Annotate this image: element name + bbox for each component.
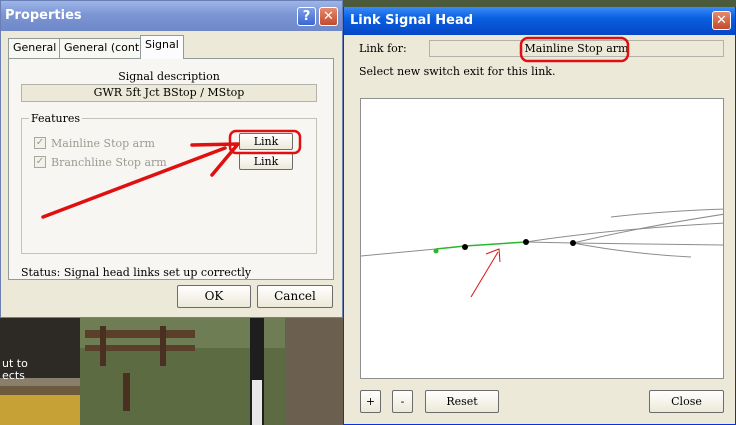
- close-icon: ✕: [323, 9, 334, 24]
- track-segment-selected[interactable]: [464, 241, 527, 247]
- zoom-out-button[interactable]: -: [392, 390, 413, 413]
- mainline-link-button[interactable]: Link: [239, 133, 293, 150]
- branchline-link-button[interactable]: Link: [239, 153, 293, 170]
- ok-button[interactable]: OK: [177, 285, 251, 308]
- branchline-stop-arm-checkbox[interactable]: ✓: [34, 156, 46, 168]
- tab-signal[interactable]: Signal: [140, 35, 184, 59]
- link-dialog-title: Link Signal Head: [350, 13, 474, 28]
- background-text: ut to ects: [2, 357, 28, 382]
- track-node[interactable]: [570, 240, 576, 246]
- signal-description-label: Signal description: [118, 70, 220, 83]
- track-diagram[interactable]: [361, 99, 724, 379]
- mainline-stop-arm-checkbox[interactable]: ✓: [34, 137, 46, 149]
- features-label: Features: [29, 112, 83, 125]
- zoom-in-button[interactable]: +: [360, 390, 381, 413]
- properties-close-button[interactable]: ✕: [319, 7, 338, 26]
- link-for-label: Link for:: [359, 42, 407, 55]
- track-segment[interactable]: [361, 248, 437, 257]
- track-node[interactable]: [523, 239, 529, 245]
- instruction-text: Select new switch exit for this link.: [359, 65, 556, 78]
- link-for-field: Mainline Stop arm: [429, 40, 724, 57]
- properties-window: Properties ? ✕ General General (cont.) S…: [0, 0, 343, 318]
- track-segment[interactable]: [525, 222, 724, 243]
- branchline-stop-arm-label: Branchline Stop arm: [51, 156, 167, 169]
- signal-marker[interactable]: [433, 248, 439, 254]
- question-icon: ?: [302, 9, 311, 24]
- help-button[interactable]: ?: [297, 7, 316, 26]
- track-segment[interactable]: [525, 241, 724, 246]
- properties-title: Properties: [5, 8, 82, 23]
- signal-description-field: GWR 5ft Jct BStop / MStop: [21, 84, 317, 102]
- link-dialog-close-icon-button[interactable]: ✕: [712, 11, 731, 30]
- link-dialog-titlebar[interactable]: Link Signal Head: [344, 7, 735, 35]
- cancel-button[interactable]: Cancel: [257, 285, 333, 308]
- link-signal-head-dialog: Link Signal Head ✕ Link for: Mainline St…: [343, 7, 736, 425]
- close-button[interactable]: Close: [649, 390, 724, 413]
- check-icon: ✓: [35, 156, 45, 167]
- check-icon: ✓: [35, 137, 45, 148]
- tab-general[interactable]: General: [8, 38, 62, 58]
- reset-button[interactable]: Reset: [425, 390, 499, 413]
- track-segment[interactable]: [572, 242, 692, 258]
- track-view-canvas[interactable]: [360, 98, 724, 379]
- mainline-stop-arm-label: Mainline Stop arm: [51, 137, 155, 150]
- status-text: Status: Signal head links set up correct…: [21, 267, 252, 279]
- track-segment[interactable]: [610, 208, 724, 218]
- track-segment-selected[interactable]: [435, 245, 466, 250]
- tab-general-cont[interactable]: General (cont.): [59, 38, 152, 58]
- close-icon: ✕: [716, 13, 727, 28]
- properties-titlebar[interactable]: Properties: [1, 1, 342, 31]
- track-node[interactable]: [462, 244, 468, 250]
